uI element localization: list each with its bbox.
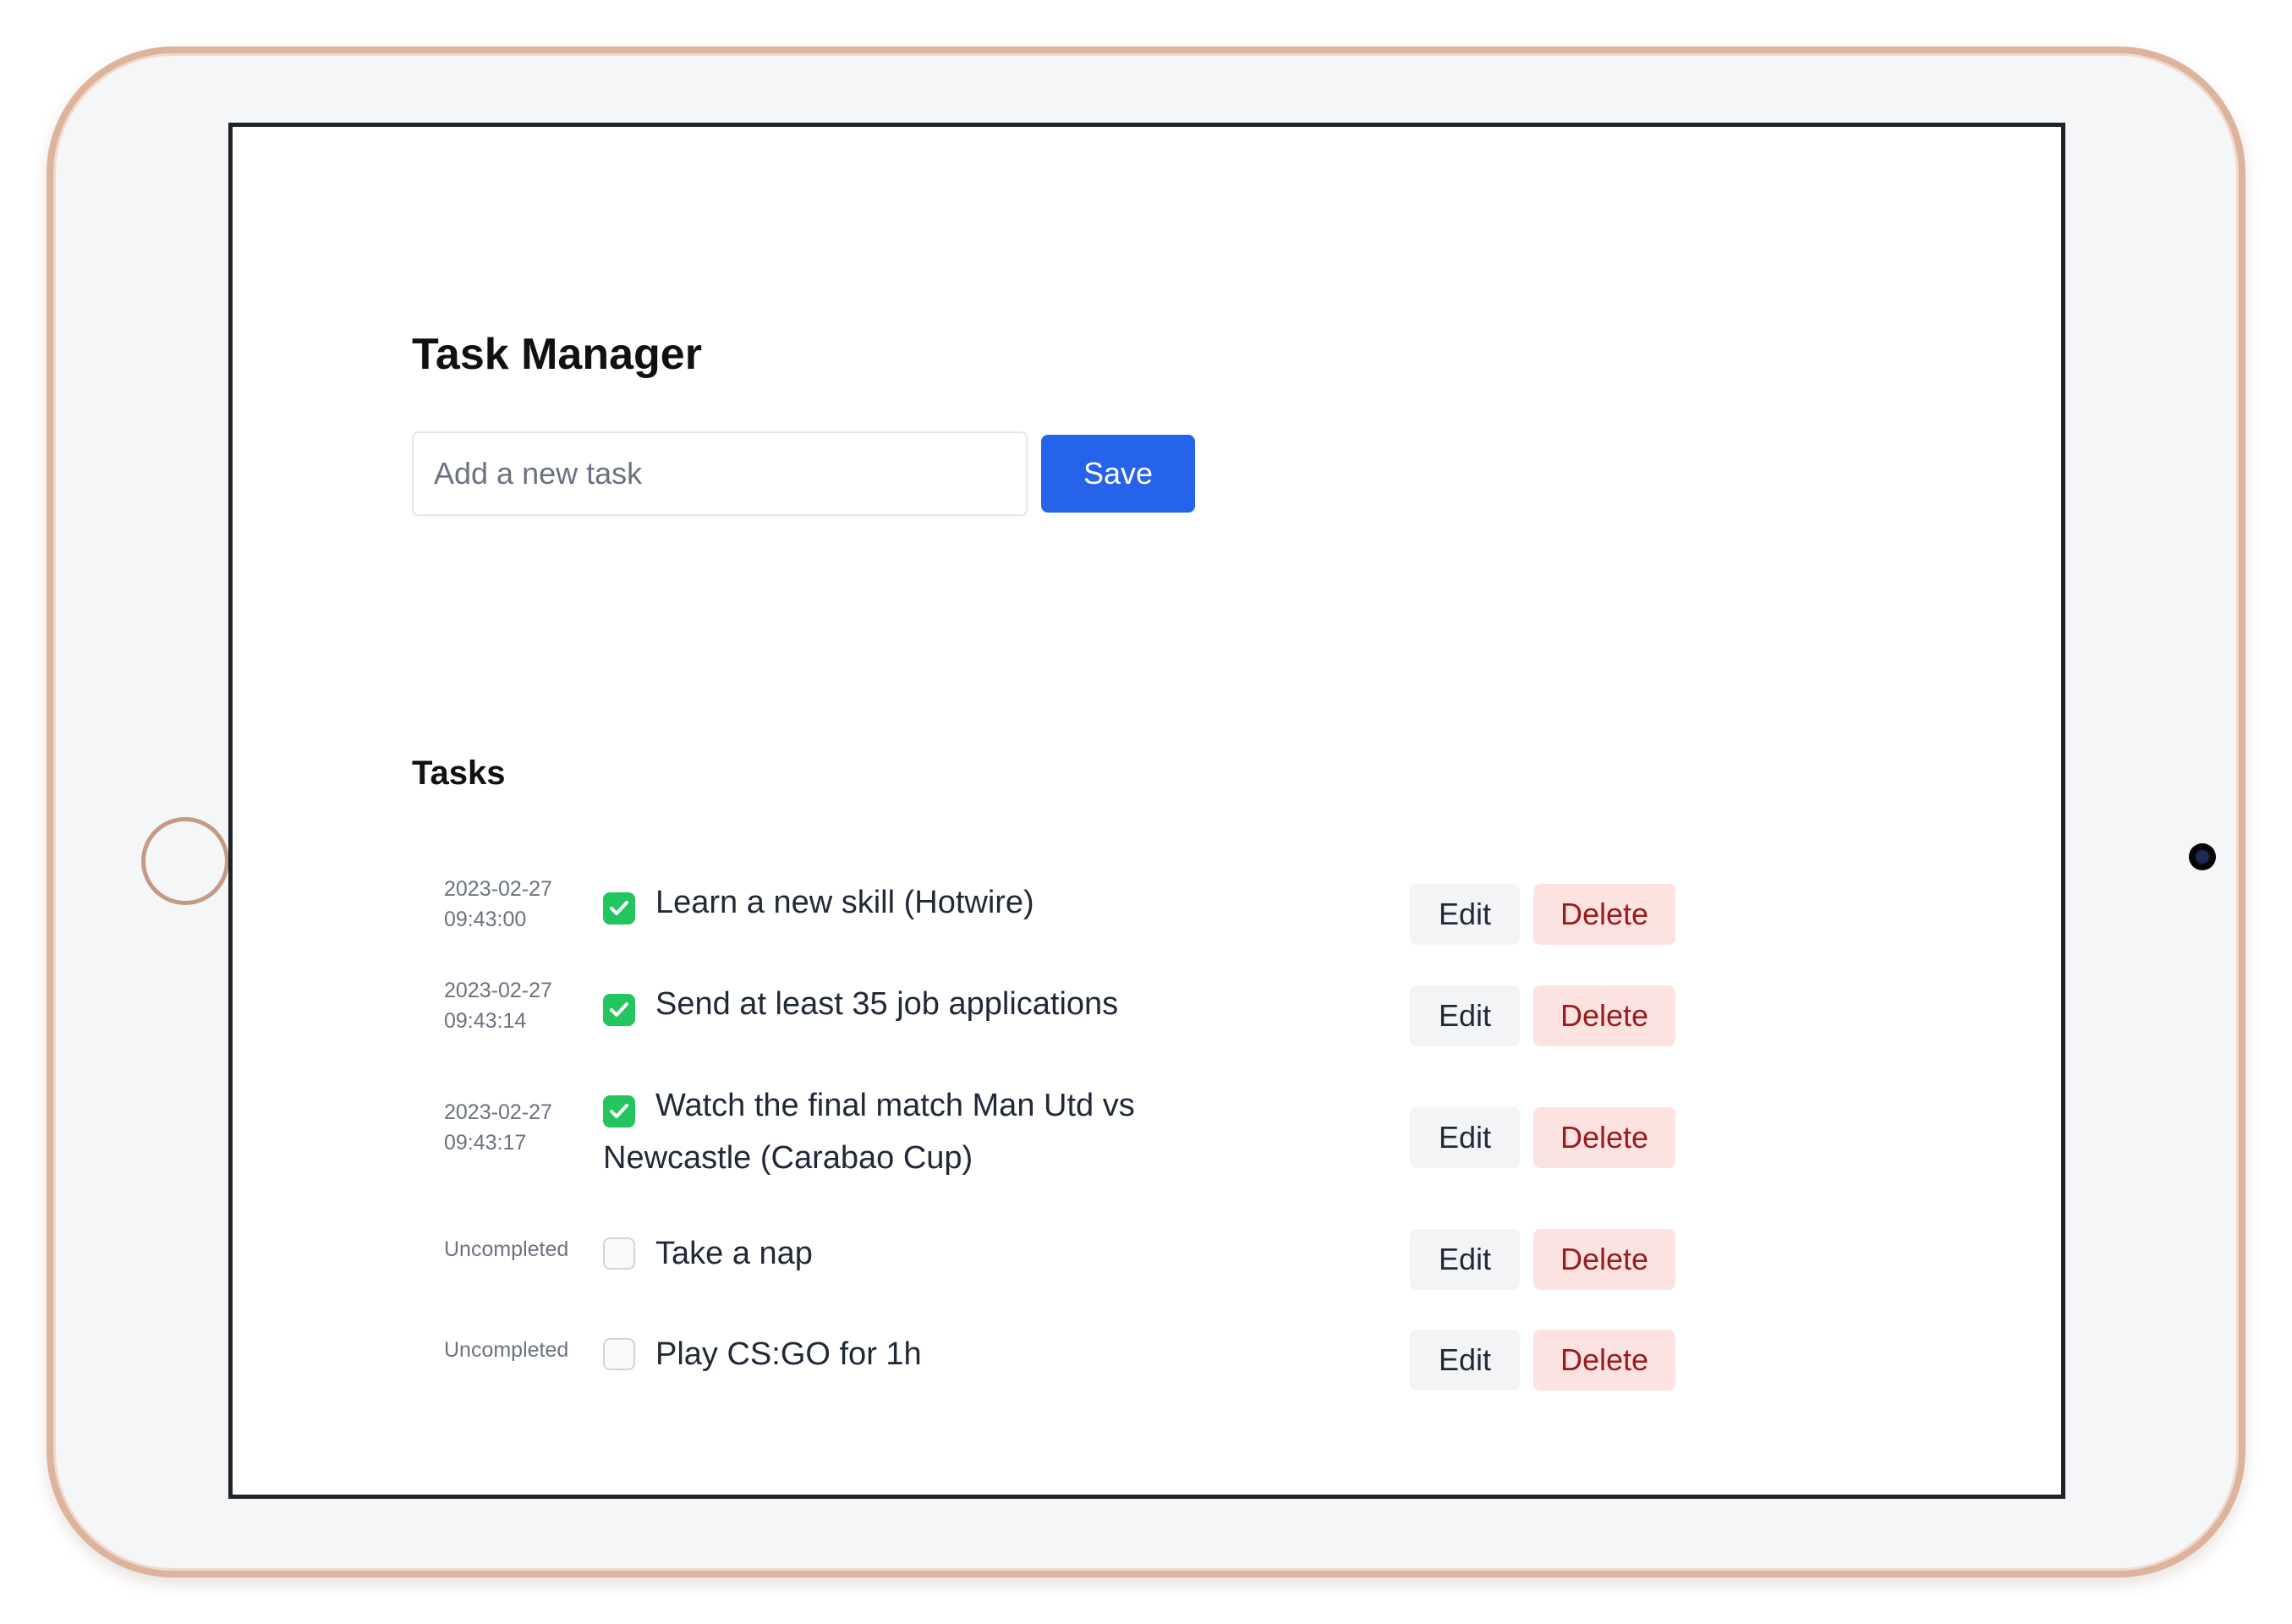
new-task-form: Save (412, 431, 1195, 516)
task-timestamp: 2023-02-27 09:43:00 (444, 877, 552, 931)
task-title: Take a nap (655, 1236, 813, 1271)
task-row: Uncompleted Take a nap Edit Delete (412, 1227, 1675, 1320)
edit-task-button[interactable]: Edit (1410, 1330, 1520, 1391)
camera-lens-icon (2189, 843, 2216, 870)
task-row: 2023-02-27 09:43:00 Learn a new skill (H… (412, 874, 1675, 967)
task-manager-app: Task Manager Save Tasks 2023-02-27 09:43… (412, 328, 1675, 1391)
task-row: 2023-02-27 09:43:17 Watch the final matc… (412, 1077, 1675, 1204)
task-timestamp: 2023-02-27 09:43:14 (444, 979, 552, 1033)
task-actions: Edit Delete (1410, 884, 1675, 945)
edit-task-button[interactable]: Edit (1410, 1229, 1520, 1290)
task-actions: Edit Delete (1410, 1107, 1675, 1168)
task-title: Play CS:GO for 1h (655, 1336, 922, 1372)
tablet-screen: Task Manager Save Tasks 2023-02-27 09:43… (228, 123, 2065, 1499)
save-button[interactable]: Save (1041, 435, 1195, 513)
task-status: Uncompleted (444, 1237, 569, 1261)
task-actions: Edit Delete (1410, 985, 1675, 1046)
delete-task-button[interactable]: Delete (1533, 1107, 1675, 1168)
delete-task-button[interactable]: Delete (1533, 985, 1675, 1046)
task-row: 2023-02-27 09:43:14 Send at least 35 job… (412, 975, 1675, 1068)
delete-task-button[interactable]: Delete (1533, 1330, 1675, 1391)
tasks-section-title: Tasks (412, 754, 506, 792)
delete-task-button[interactable]: Delete (1533, 884, 1675, 945)
new-task-input[interactable] (412, 431, 1028, 516)
task-title: Watch the final match Man Utd vs Newcast… (603, 1088, 1135, 1176)
task-actions: Edit Delete (1410, 1229, 1675, 1290)
edit-task-button[interactable]: Edit (1410, 884, 1520, 945)
delete-task-button[interactable]: Delete (1533, 1229, 1675, 1290)
edit-task-button[interactable]: Edit (1410, 1107, 1520, 1168)
task-actions: Edit Delete (1410, 1330, 1675, 1391)
task-title: Send at least 35 job applications (655, 986, 1119, 1022)
task-status: Uncompleted (444, 1338, 569, 1362)
page-title: Task Manager (412, 330, 702, 379)
task-timestamp: 2023-02-27 09:43:17 (444, 1100, 552, 1155)
task-title: Learn a new skill (Hotwire) (655, 885, 1034, 920)
home-button[interactable] (141, 817, 229, 905)
edit-task-button[interactable]: Edit (1410, 985, 1520, 1046)
task-row: Uncompleted Play CS:GO for 1h Edit Delet… (412, 1328, 1675, 1421)
